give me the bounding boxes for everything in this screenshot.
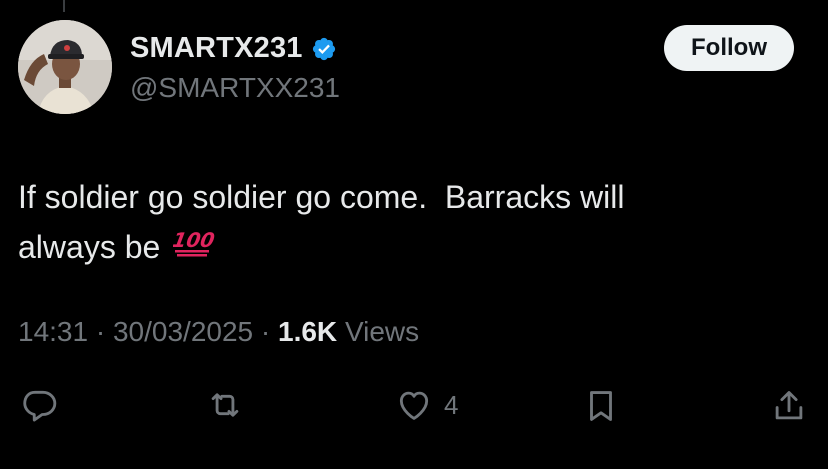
author-handle[interactable]: @SMARTXX231 <box>130 72 340 104</box>
tweet-text-line-2: always be 100 <box>18 222 798 275</box>
views-label: Views <box>344 316 420 347</box>
views-count: 1.6K <box>278 316 338 347</box>
heart-icon <box>399 391 429 420</box>
tweet-date[interactable]: 30/03/2025 <box>113 316 253 347</box>
meta-separator-2: · <box>253 316 278 347</box>
verified-badge-icon <box>312 37 335 60</box>
tweet-text-line-2-text: always be <box>18 229 170 265</box>
hundred-points-emoji-icon: 100 <box>171 221 217 271</box>
retweet-button[interactable] <box>204 386 246 424</box>
tweet-time[interactable]: 14:31 <box>18 316 88 347</box>
thread-connector-line <box>63 0 65 12</box>
author-name-row: SMARTX231 <box>130 32 337 65</box>
tweet-text-line-1: If soldier go soldier go come. Barracks … <box>18 179 625 215</box>
bookmark-button[interactable] <box>582 386 620 426</box>
follow-button[interactable]: Follow <box>664 25 794 71</box>
like-count: 4 <box>444 389 459 420</box>
retweet-icon <box>211 393 239 417</box>
reply-button[interactable] <box>20 386 58 424</box>
avatar-photo <box>18 20 112 114</box>
share-icon <box>775 391 803 420</box>
meta-separator-1: · <box>88 316 113 347</box>
reply-icon <box>23 390 57 422</box>
action-bar: 4 <box>0 380 828 436</box>
tweet-text: If soldier go soldier go come. Barracks … <box>18 172 798 275</box>
author-display-name[interactable]: SMARTX231 <box>130 32 303 65</box>
svg-text:100: 100 <box>173 228 215 252</box>
avatar[interactable] <box>18 20 112 114</box>
share-button[interactable] <box>770 386 808 426</box>
like-button[interactable]: 4 <box>394 386 458 424</box>
bookmark-icon <box>590 391 612 421</box>
tweet-meta: 14:31 · 30/03/2025 · 1.6K Views <box>18 316 419 348</box>
